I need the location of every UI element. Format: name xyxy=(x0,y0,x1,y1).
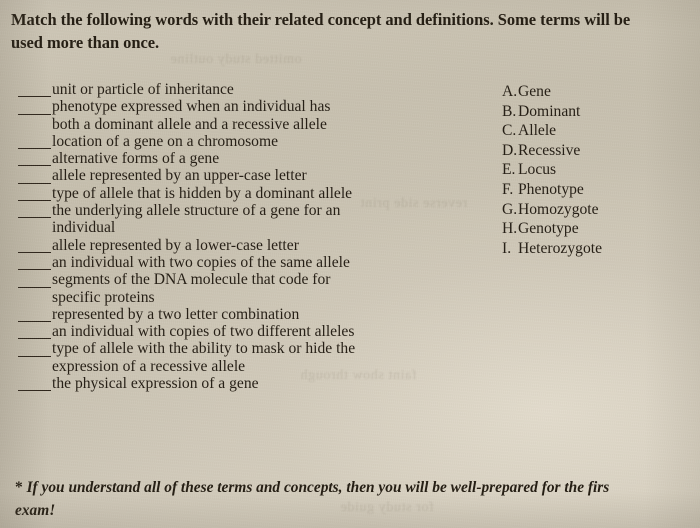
answer-blank[interactable] xyxy=(18,338,51,340)
answer-blank[interactable] xyxy=(18,182,51,184)
definition-text: represented by a two letter combination xyxy=(52,305,300,323)
definition-text: type of allele that is hidden by a domin… xyxy=(52,184,353,202)
answer-choice-letter: H. xyxy=(502,220,518,238)
answer-choice-letter: F. xyxy=(502,180,514,198)
answer-choice[interactable]: G.Homozygote xyxy=(502,200,602,220)
answer-blank[interactable] xyxy=(18,286,51,288)
answer-choice[interactable]: F. Phenotype xyxy=(502,180,602,200)
definition-item: the physical expression of a gene xyxy=(0,375,470,393)
answer-blank[interactable] xyxy=(18,251,51,253)
definition-text: an individual with two copies of the sam… xyxy=(52,253,350,271)
definition-item: type of allele that is hidden by a domin… xyxy=(0,184,470,203)
instructions-line-2: used more than once. xyxy=(11,33,160,52)
worksheet-content: Match the following words with their rel… xyxy=(0,0,700,528)
definition-text: specific proteins xyxy=(52,288,155,306)
definition-text: segments of the DNA molecule that code f… xyxy=(52,271,331,289)
definition-continuation-line: specific proteins xyxy=(0,288,470,307)
answer-choice-letter: A. xyxy=(502,83,518,100)
definition-text: location of a gene on a chromosome xyxy=(52,132,279,150)
definition-continuation-line: individual xyxy=(0,219,470,237)
definition-item: location of a gene on a chromosome xyxy=(0,132,470,151)
definition-item: allele represented by an upper-case lett… xyxy=(0,167,470,185)
answer-choice-letter: E. xyxy=(502,161,516,179)
footnote-line-1: If you understand all of these terms and… xyxy=(26,479,610,496)
definition-item: type of allele with the ability to mask … xyxy=(0,340,470,358)
answer-choice[interactable]: E. Locus xyxy=(502,160,602,180)
definition-text: allele represented by an upper-case lett… xyxy=(52,167,307,185)
definition-text: an individual with copies of two differe… xyxy=(52,323,355,341)
answer-choice-letter: D. xyxy=(502,141,518,159)
definition-item: an individual with two copies of the sam… xyxy=(0,253,470,272)
answer-choice-letter: G. xyxy=(502,200,518,218)
answer-choice[interactable]: H.Genotype xyxy=(502,219,602,239)
answer-choice[interactable]: I. Heterozygote xyxy=(502,239,602,259)
answer-choice-term: Homozygote xyxy=(518,200,599,218)
footnote-line-2: exam! xyxy=(15,502,56,519)
instructions-line-1: Match the following words with their rel… xyxy=(11,10,631,29)
definition-item: alternative forms of a gene xyxy=(0,150,470,168)
answer-blank[interactable] xyxy=(18,355,51,357)
answer-choice-term: Recessive xyxy=(518,141,581,159)
answer-choice-letter: C. xyxy=(502,122,517,140)
answer-blank[interactable] xyxy=(18,390,51,392)
answer-choices-column: A.Gene B. Dominant C. Allele D.Recessive E. Loc… xyxy=(502,82,602,258)
answer-choice[interactable]: B. Dominant xyxy=(502,102,602,122)
answer-choice-term: Genotype xyxy=(518,220,579,238)
answer-choice-term: Heterozygote xyxy=(518,239,602,257)
answer-blank[interactable] xyxy=(18,165,51,167)
answer-blank[interactable] xyxy=(18,217,51,219)
footnote-note: * If you understand all of these terms a… xyxy=(15,476,700,522)
answer-blank[interactable] xyxy=(18,321,51,323)
definition-text: allele represented by a lower-case lette… xyxy=(52,236,299,254)
definition-text: the underlying allele structure of a gen… xyxy=(52,202,341,220)
answer-choice-term: Allele xyxy=(518,122,557,140)
answer-blank[interactable] xyxy=(18,96,51,98)
definition-text: the physical expression of a gene xyxy=(52,375,259,393)
answer-choice[interactable]: C. Allele xyxy=(502,121,602,141)
definition-text: type of allele with the ability to mask … xyxy=(52,340,356,358)
answer-blank[interactable] xyxy=(18,113,51,115)
answer-blank[interactable] xyxy=(18,148,51,150)
answer-choice[interactable]: A.Gene xyxy=(502,82,602,102)
answer-choice-term: Locus xyxy=(518,161,557,179)
definition-item: an individual with copies of two differe… xyxy=(0,323,470,341)
definition-continuation-line: both a dominant allele and a recessive a… xyxy=(0,115,470,134)
definition-text: phenotype expressed when an individual h… xyxy=(52,98,331,116)
answer-choice-letter: B. xyxy=(502,102,517,120)
definition-item: segments of the DNA molecule that code f… xyxy=(0,271,470,289)
definition-item: represented by a two letter combination xyxy=(0,305,470,324)
definition-continuation-line: expression of a recessive allele xyxy=(0,357,470,376)
answer-choice-term: Dominant xyxy=(518,102,581,120)
scanned-worksheet-page: omitted study outline reverse side print… xyxy=(0,0,700,528)
answer-blank[interactable] xyxy=(18,269,51,271)
answer-choice-term: Phenotype xyxy=(518,180,584,198)
definition-text: expression of a recessive allele xyxy=(52,357,246,375)
definition-item: unit or particle of inheritance xyxy=(0,81,470,99)
definition-text: alternative forms of a gene xyxy=(52,150,220,168)
definition-item: allele represented by a lower-case lette… xyxy=(0,236,470,255)
answer-choice[interactable]: D.Recessive xyxy=(502,141,602,161)
definitions-column: unit or particle of inheritance phenotype… xyxy=(0,81,470,393)
definition-text: unit or particle of inheritance xyxy=(52,81,234,98)
instructions-paragraph: Match the following words with their rel… xyxy=(11,8,700,54)
definition-item: the underlying allele structure of a gen… xyxy=(0,202,470,220)
footnote-asterisk: * xyxy=(15,479,23,496)
definition-text: individual xyxy=(52,219,116,237)
answer-choice-term: Gene xyxy=(518,83,551,100)
definition-text: both a dominant allele and a recessive a… xyxy=(52,115,327,133)
answer-choice-letter: I. xyxy=(502,239,512,257)
answer-blank[interactable] xyxy=(18,200,51,202)
definition-item: phenotype expressed when an individual h… xyxy=(0,98,470,116)
